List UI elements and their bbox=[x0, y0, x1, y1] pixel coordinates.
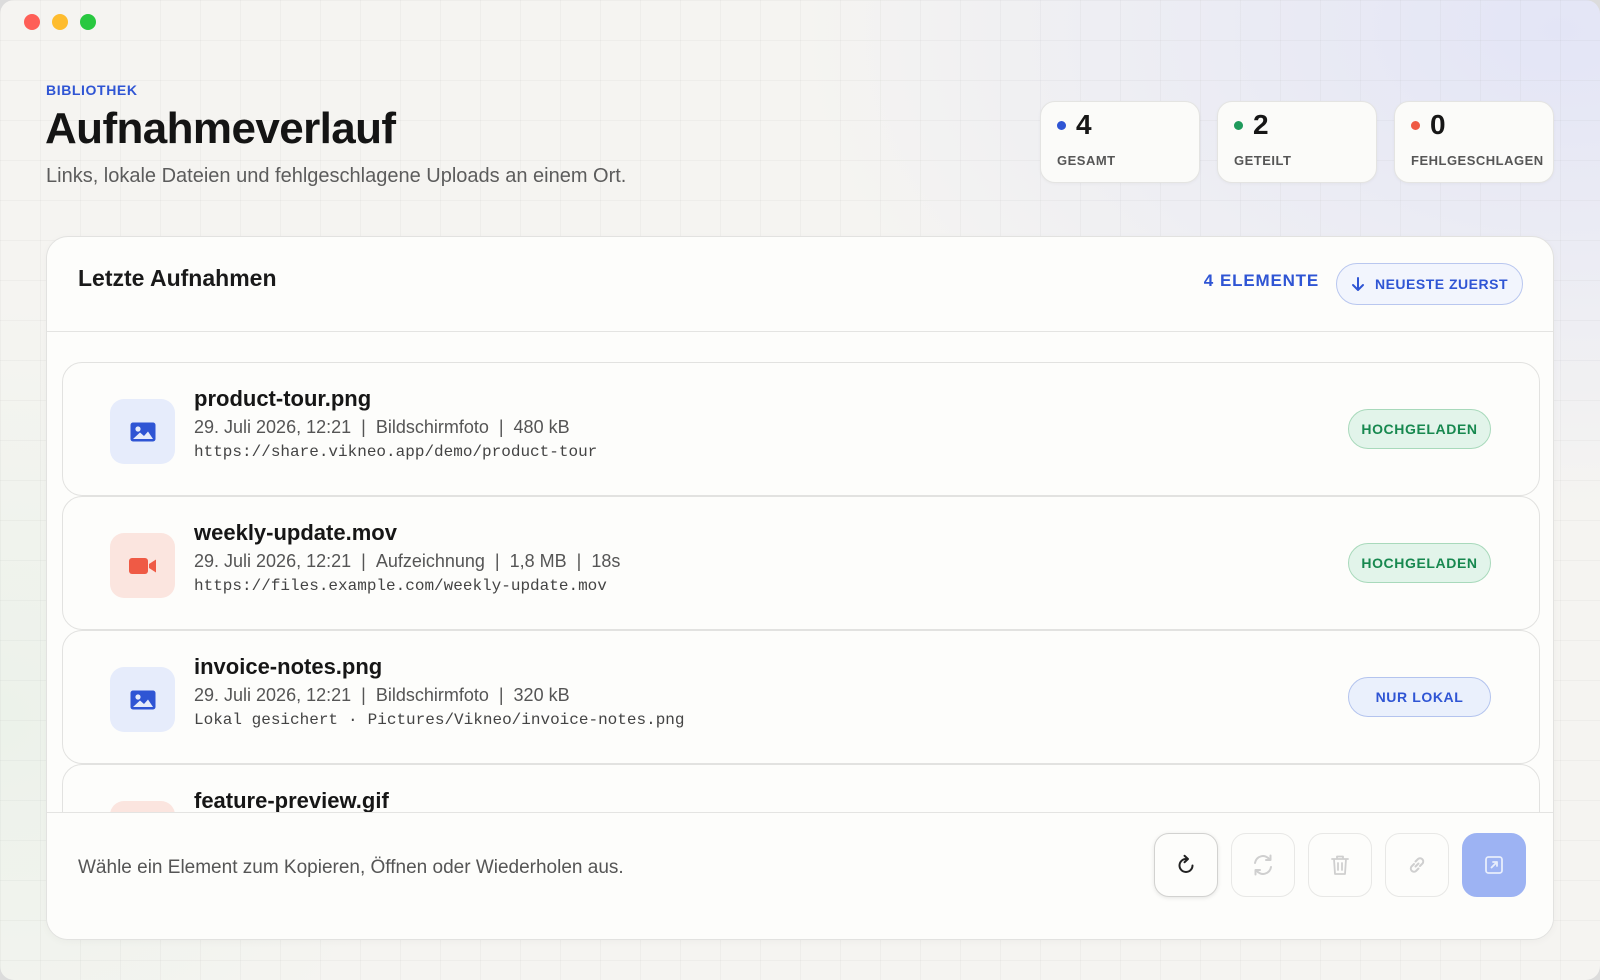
list-item[interactable]: feature-preview.gif bbox=[62, 764, 1540, 816]
file-name: product-tour.png bbox=[194, 386, 372, 411]
open-button[interactable] bbox=[1462, 833, 1526, 897]
stat-failed: 0 FEHLGESCHLAGEN bbox=[1394, 101, 1554, 183]
section-eyebrow: BIBLIOTHEK bbox=[46, 82, 138, 98]
item-count-number: 4 bbox=[1203, 271, 1215, 290]
stat-failed-label: FEHLGESCHLAGEN bbox=[1411, 153, 1544, 168]
open-external-icon bbox=[1485, 856, 1503, 874]
stat-shared-value: 2 bbox=[1253, 109, 1269, 140]
thumbnail bbox=[110, 667, 175, 732]
item-count: 4 ELEMENTE bbox=[1204, 271, 1319, 291]
delete-button[interactable] bbox=[1308, 833, 1372, 897]
arrow-down-icon bbox=[1351, 277, 1364, 291]
file-kind: Bildschirmfoto bbox=[375, 685, 489, 705]
panel-title: Letzte Aufnahmen bbox=[78, 265, 277, 291]
stat-shared: 2 GETEILT bbox=[1217, 101, 1377, 183]
action-toolbar bbox=[1154, 833, 1526, 897]
file-duration: 18s bbox=[591, 551, 621, 571]
retry-icon bbox=[1254, 854, 1272, 876]
status-badge: NUR LOKAL bbox=[1348, 677, 1491, 717]
link-icon bbox=[1409, 857, 1425, 873]
file-size: 1,8 MB bbox=[509, 551, 567, 571]
refresh-button[interactable] bbox=[1154, 833, 1218, 897]
window-controls bbox=[24, 14, 96, 30]
stat-failed-value: 0 bbox=[1430, 109, 1446, 140]
file-name: feature-preview.gif bbox=[194, 788, 389, 813]
thumbnail bbox=[110, 533, 175, 598]
file-link[interactable]: https://files.example.com/weekly-update.… bbox=[194, 577, 607, 595]
item-count-label: ELEMENTE bbox=[1220, 271, 1319, 290]
video-camera-icon bbox=[128, 557, 156, 574]
refresh-icon bbox=[1178, 854, 1194, 873]
image-icon bbox=[130, 690, 155, 709]
panel-header: Letzte Aufnahmen 4 ELEMENTE NEUESTE ZUERS… bbox=[47, 237, 1553, 332]
stat-total-label: GESAMT bbox=[1057, 153, 1116, 168]
file-date: 29. Juli 2026, 12:21 bbox=[194, 551, 352, 571]
status-dot-blue bbox=[1057, 120, 1066, 130]
page-subtitle: Links, lokale Dateien und fehlgeschlagen… bbox=[46, 165, 627, 187]
file-name: weekly-update.mov bbox=[194, 520, 397, 545]
selection-hint: Wähle ein Element zum Kopieren, Öffnen o… bbox=[78, 857, 624, 878]
zoom-window-button[interactable] bbox=[80, 14, 96, 30]
file-size: 480 kB bbox=[513, 417, 570, 437]
image-icon bbox=[130, 422, 155, 441]
panel-footer: Wähle ein Element zum Kopieren, Öffnen o… bbox=[47, 812, 1553, 939]
file-kind: Aufzeichnung bbox=[375, 551, 485, 571]
list-item[interactable]: invoice-notes.png 29. Juli 2026, 12:21 | B… bbox=[62, 630, 1540, 764]
thumbnail bbox=[110, 399, 175, 464]
recent-captures-panel: Letzte Aufnahmen 4 ELEMENTE NEUESTE ZUERS… bbox=[46, 236, 1554, 940]
file-meta: 29. Juli 2026, 12:21 | Bildschirmfoto | 480 … bbox=[194, 417, 570, 437]
minimize-window-button[interactable] bbox=[52, 14, 68, 30]
stats-bar: 4 GESAMT 2 GETEILT 0 FEHLGESCHLAGEN bbox=[1040, 101, 1554, 183]
page-title: Aufnahmeverlauf bbox=[45, 104, 396, 153]
file-kind: Bildschirmfoto bbox=[375, 417, 489, 437]
status-badge: HOCHGELADEN bbox=[1348, 409, 1491, 449]
status-badge: HOCHGELADEN bbox=[1348, 543, 1491, 583]
file-location: Lokal gesichert · Pictures/Vikneo/invoice-… bbox=[194, 711, 685, 729]
file-location-separator: · bbox=[348, 711, 358, 729]
captures-list: product-tour.png 29. Juli 2026, 12:21 | Bi… bbox=[62, 362, 1540, 816]
app-window: BIBLIOTHEK Aufnahmeverlauf Links, lokale… bbox=[0, 0, 1600, 980]
trash-icon bbox=[1331, 855, 1349, 875]
list-item[interactable]: weekly-update.mov 29. Juli 2026, 12:21 | A… bbox=[62, 496, 1540, 630]
status-dot-green bbox=[1234, 120, 1243, 130]
file-size: 320 kB bbox=[513, 685, 570, 705]
list-item[interactable]: product-tour.png 29. Juli 2026, 12:21 | Bi… bbox=[62, 362, 1540, 496]
file-meta: 29. Juli 2026, 12:21 | Aufzeichnung | 1,8 MB… bbox=[194, 551, 621, 571]
file-meta: 29. Juli 2026, 12:21 | Bildschirmfoto | 320 … bbox=[194, 685, 570, 705]
stat-total-value: 4 bbox=[1076, 109, 1092, 140]
file-location-prefix: Lokal gesichert bbox=[194, 711, 339, 729]
sort-button-label: NEUESTE ZUERST bbox=[1374, 276, 1508, 292]
copy-link-button[interactable] bbox=[1385, 833, 1449, 897]
sort-button[interactable]: NEUESTE ZUERST bbox=[1336, 263, 1523, 305]
file-date: 29. Juli 2026, 12:21 bbox=[194, 685, 352, 705]
file-date: 29. Juli 2026, 12:21 bbox=[194, 417, 352, 437]
status-dot-red bbox=[1411, 120, 1420, 130]
file-name: invoice-notes.png bbox=[194, 654, 383, 679]
file-link[interactable]: https://share.vikneo.app/demo/product-to… bbox=[194, 443, 597, 461]
file-location-path: Pictures/Vikneo/invoice-notes.png bbox=[367, 711, 685, 729]
retry-upload-button[interactable] bbox=[1231, 833, 1295, 897]
close-window-button[interactable] bbox=[24, 14, 40, 30]
stat-total: 4 GESAMT bbox=[1040, 101, 1200, 183]
stat-shared-label: GETEILT bbox=[1234, 153, 1292, 168]
